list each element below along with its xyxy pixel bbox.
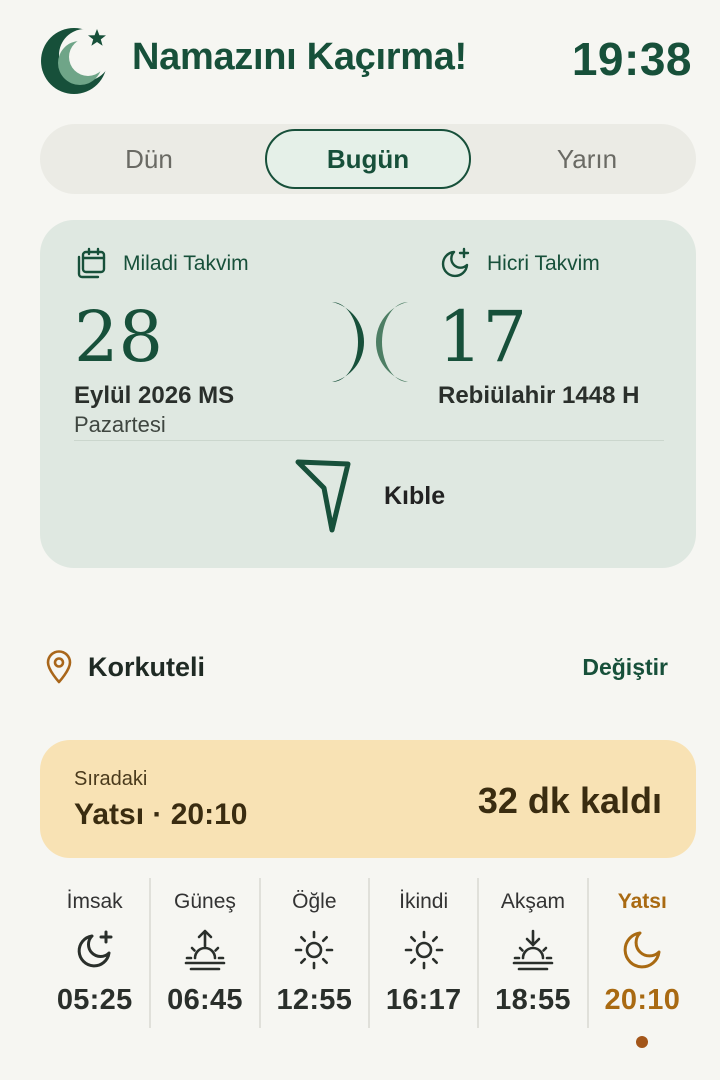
change-location-button[interactable]: Değiştir	[582, 654, 668, 681]
prayer-name: İmsak	[66, 890, 123, 913]
current-time: 19:38	[571, 33, 692, 85]
prayer-imsak: İmsak 05:25	[40, 878, 149, 1028]
day-selector: Dün Bugün Yarın	[40, 124, 696, 194]
hijri-label: Hicri Takvim	[487, 252, 600, 275]
hijri-day: 17	[438, 296, 528, 378]
sun-icon	[404, 930, 443, 970]
sun-icon	[295, 930, 334, 970]
gregorian-day: 28	[74, 296, 164, 378]
prayer-yatsi: Yatsı 20:10	[586, 878, 696, 1048]
prayer-aksam: Akşam 18:55	[477, 878, 586, 1028]
gregorian-label: Miladi Takvim	[123, 252, 249, 275]
moon-star-icon	[441, 247, 470, 278]
prayer-name: Öğle	[292, 890, 337, 913]
prayer-gunes: Güneş 06:45	[149, 878, 258, 1028]
card-divider	[74, 440, 664, 441]
qibla-arrow-icon[interactable]	[294, 456, 358, 534]
next-prayer-card: Sıradaki Yatsı · 20:10 32 dk kaldı	[40, 740, 696, 858]
next-prayer-remaining: 32 dk kaldı	[477, 780, 662, 821]
app-title: Namazını Kaçırma!	[132, 36, 467, 78]
moon-star-icon	[77, 930, 113, 968]
prayer-ogle: Öğle 12:55	[258, 878, 368, 1028]
prayer-time: 16:17	[385, 984, 462, 1016]
location-pin-icon	[46, 650, 72, 684]
app-header: Namazını Kaçırma! 19:38	[0, 0, 720, 120]
tab-today[interactable]: Bugün	[265, 129, 471, 189]
qibla-button[interactable]: Kıble	[384, 482, 445, 511]
prayer-time: 20:10	[604, 984, 681, 1016]
calendar-card: Miladi Takvim 28 Eylül 2026 MS Pazartesi…	[40, 220, 696, 568]
next-prayer-label: Sıradaki	[74, 768, 148, 790]
prayer-time: 12:55	[276, 984, 353, 1016]
sunrise-icon	[184, 929, 226, 971]
hijri-month-year: Rebiülahir 1448 H	[438, 382, 640, 409]
gregorian-weekday: Pazartesi	[74, 412, 166, 437]
prayer-ikindi: İkindi 16:17	[367, 878, 477, 1028]
sunset-icon	[512, 929, 554, 971]
prayer-name: Yatsı	[617, 890, 667, 913]
crescent-star-icon	[41, 28, 111, 94]
gregorian-month-year: Eylül 2026 MS	[74, 382, 235, 409]
tab-yesterday[interactable]: Dün	[40, 124, 258, 194]
current-prayer-indicator	[636, 1036, 649, 1048]
prayer-time: 06:45	[167, 984, 243, 1016]
moon-icon	[623, 931, 661, 969]
prayer-name: Akşam	[500, 890, 566, 913]
tab-tomorrow[interactable]: Yarın	[478, 124, 696, 194]
prayer-time: 05:25	[56, 984, 133, 1016]
crescent-moons-icon	[332, 302, 408, 382]
prayer-time: 18:55	[495, 984, 571, 1016]
prayer-times-row: İmsak 05:25 Güneş 06:45 Öğle 12:55 İkind…	[40, 878, 696, 1068]
calendar-icon	[77, 247, 106, 279]
location-name: Korkuteli	[88, 652, 206, 682]
prayer-name: İkindi	[399, 890, 449, 913]
prayer-name: Güneş	[174, 890, 236, 913]
next-prayer-name-time: Yatsı · 20:10	[74, 798, 248, 831]
